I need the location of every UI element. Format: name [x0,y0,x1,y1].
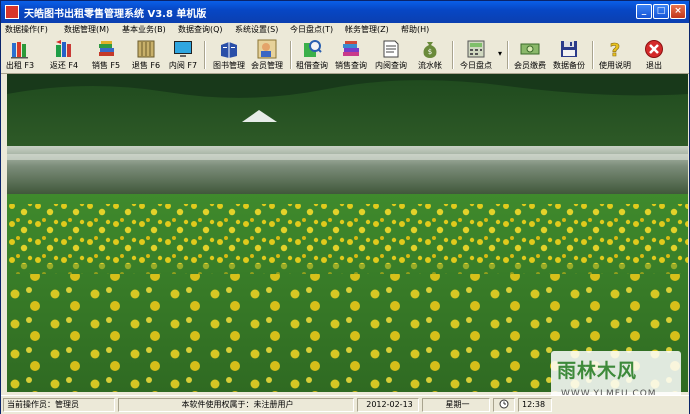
menu-query[interactable]: 数据查询(Q) [178,24,223,35]
refund-label: 退售 F6 [131,61,161,70]
status-time: 12:38 [518,398,552,412]
app-window: 天皓图书出租零售管理系统 V3.8 单机版 _ □ × 数据操作(F) 数据管理… [0,0,690,414]
member-fee-button[interactable]: 会员缴费 [513,38,547,72]
read-query-button[interactable]: 内阅查询 [374,38,408,72]
sale-query-button[interactable]: 销售查询 [334,38,368,72]
background-image-area [7,74,688,392]
svg-text:?: ? [610,40,620,59]
menu-business[interactable]: 基本业务(B) [122,24,166,35]
menu-bar: 数据操作(F) 数据管理(M) 基本业务(B) 数据查询(Q) 系统设置(S) … [1,23,689,37]
toolbar: 出租 F3 返还 F4 销售 F5 退售 F6 内阅 F7 图书管理 会员管理 … [1,37,689,74]
status-weekday: 星期一 [422,398,490,412]
rent-query-button[interactable]: 租借查询 [295,38,329,72]
read-query-icon [383,40,399,58]
member-manage-label: 会员管理 [251,61,283,70]
rent-button[interactable]: 出租 F3 [5,38,35,72]
menu-data-manage[interactable]: 数据管理(M) [64,24,109,35]
backup-label: 数据备份 [553,61,585,70]
status-license: 本软件使用权属于：未注册用户 [118,398,354,412]
member-icon [257,39,277,59]
status-operator: 当前操作员：管理员 [3,398,115,412]
minimize-button[interactable]: _ [636,4,652,19]
rent-label: 出租 F3 [5,61,35,70]
book-manage-icon [221,42,237,58]
backup-button[interactable]: 数据备份 [552,38,586,72]
exit-icon [645,40,663,58]
watermark-title: 雨林木风 [557,360,638,382]
rent-query-icon [304,40,322,57]
books-sale-icon [99,41,114,56]
books-rent-icon [11,42,28,59]
landscape-wallpaper [7,74,688,392]
alarm-clock-icon [499,399,509,409]
daily-check-dropdown-arrow[interactable]: ▾ [498,49,502,58]
book-manage-button[interactable]: 图书管理 [212,38,246,72]
sale-label: 销售 F5 [91,61,121,70]
status-date: 2012-02-13 [357,398,419,412]
help-icon: ? [609,40,620,59]
floppy-icon [561,41,577,57]
daily-check-button[interactable]: 今日盘点 [457,38,495,72]
member-manage-button[interactable]: 会员管理 [250,38,284,72]
read-inside-label: 内阅 F7 [168,61,198,70]
window-title: 天皓图书出租零售管理系统 V3.8 单机版 [24,9,207,20]
return-button[interactable]: 返还 F4 [49,38,79,72]
menu-data-ops[interactable]: 数据操作(F) [5,24,48,35]
clock-icon [493,398,515,412]
app-icon[interactable] [5,5,19,19]
monitor-icon [174,41,192,57]
menu-settings[interactable]: 系统设置(S) [235,24,278,35]
calculator-icon [467,40,485,58]
close-button[interactable]: × [670,4,686,19]
manual-button[interactable]: ? 使用说明 [598,38,632,72]
ledger-label: 流水帐 [418,61,442,70]
title-bar[interactable]: 天皓图书出租零售管理系统 V3.8 单机版 _ □ × [1,1,689,23]
money-bag-icon: $ [423,42,437,58]
svg-text:$: $ [428,48,432,56]
return-label: 返还 F4 [49,61,79,70]
read-inside-button[interactable]: 内阅 F7 [168,38,198,72]
exit-label: 退出 [646,61,662,70]
daily-check-label: 今日盘点 [460,61,492,70]
sale-button[interactable]: 销售 F5 [91,38,121,72]
status-bar: 当前操作员：管理员 本软件使用权属于：未注册用户 2012-02-13 星期一 … [1,395,689,414]
exit-button[interactable]: 退出 [640,38,668,72]
books-return-icon [56,40,71,57]
manual-label: 使用说明 [599,61,631,70]
menu-daily-check[interactable]: 今日盘点(T) [290,24,333,35]
books-refund-icon [137,40,155,58]
menu-help[interactable]: 帮助(H) [401,24,429,35]
read-query-label: 内阅查询 [375,61,407,70]
maximize-button[interactable]: □ [653,4,669,19]
refund-button[interactable]: 退售 F6 [131,38,161,72]
menu-accounts[interactable]: 帐务管理(Z) [345,24,389,35]
cash-icon [520,43,540,55]
sale-query-icon [343,41,359,56]
ledger-button[interactable]: $ 流水帐 [415,38,445,72]
